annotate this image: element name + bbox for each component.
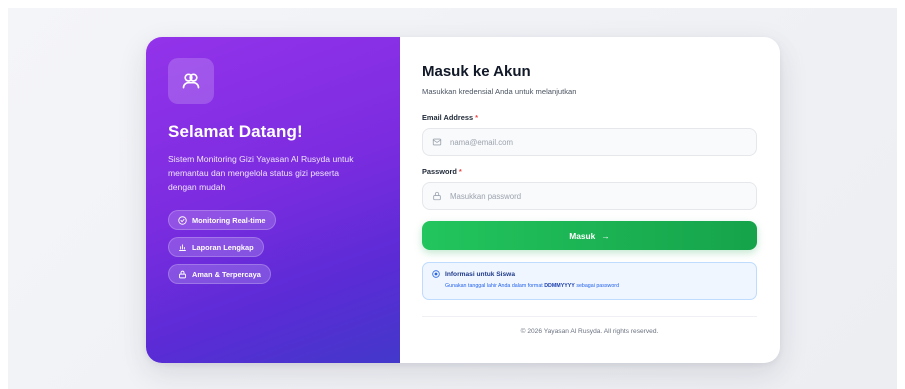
info-title: Informasi untuk Siswa xyxy=(432,270,747,278)
login-form-panel: Masuk ke Akun Masukkan kredensial Anda u… xyxy=(400,37,780,363)
badge-label: Laporan Lengkap xyxy=(192,242,254,252)
student-info-box: Informasi untuk Siswa Gunakan tanggal la… xyxy=(422,262,757,300)
logo-badge xyxy=(168,58,214,104)
badge-label: Aman & Terpercaya xyxy=(192,269,261,279)
welcome-panel: Selamat Datang! Sistem Monitoring Gizi Y… xyxy=(146,37,400,363)
email-label: Email Address * xyxy=(422,113,757,122)
mail-icon xyxy=(432,138,442,146)
welcome-description: Sistem Monitoring Gizi Yayasan Al Rusyda… xyxy=(168,154,354,192)
email-input[interactable] xyxy=(450,137,747,147)
lock-icon xyxy=(433,191,441,201)
badge-monitoring: Monitoring Real-time xyxy=(168,210,276,230)
info-text-format: DDMMYYYY xyxy=(544,283,575,289)
form-subtitle: Masukkan kredensial Anda untuk melanjutk… xyxy=(422,87,577,96)
badge-laporan: Laporan Lengkap xyxy=(168,237,264,257)
required-mark: * xyxy=(475,113,478,122)
lock-icon xyxy=(179,270,186,278)
info-title-text: Informasi untuk Siswa xyxy=(445,270,515,278)
login-button[interactable]: Masuk → xyxy=(422,221,757,250)
info-text: Gunakan tanggal lahir Anda dalam format … xyxy=(445,283,747,289)
users-icon xyxy=(182,73,200,89)
badge-label: Monitoring Real-time xyxy=(192,215,266,225)
info-text-before: Gunakan tanggal lahir Anda dalam format xyxy=(445,283,545,289)
password-input[interactable] xyxy=(450,191,747,201)
password-label: Password * xyxy=(422,167,757,176)
info-icon xyxy=(432,270,440,278)
email-field-wrapper[interactable] xyxy=(422,128,757,156)
password-field-wrapper[interactable] xyxy=(422,182,757,210)
badge-aman: Aman & Terpercaya xyxy=(168,264,271,284)
feature-badges: Monitoring Real-time Laporan Lengkap Ama… xyxy=(168,210,378,284)
login-button-label: Masuk xyxy=(569,230,596,241)
required-mark: * xyxy=(458,167,462,176)
footer-divider xyxy=(422,316,757,317)
copyright-footer: © 2026 Yayasan Al Rusyda. All rights res… xyxy=(520,328,659,335)
password-label-text: Password xyxy=(422,167,457,176)
bar-chart-icon xyxy=(179,243,186,251)
info-text-after: sebagai password xyxy=(574,283,620,289)
arrow-right-icon: → xyxy=(601,230,610,241)
login-card: Selamat Datang! Sistem Monitoring Gizi Y… xyxy=(146,37,780,363)
check-circle-icon xyxy=(178,215,187,225)
form-title: Masuk ke Akun xyxy=(422,63,531,80)
welcome-title: Selamat Datang! xyxy=(168,122,303,141)
email-label-text: Email Address xyxy=(422,113,474,122)
